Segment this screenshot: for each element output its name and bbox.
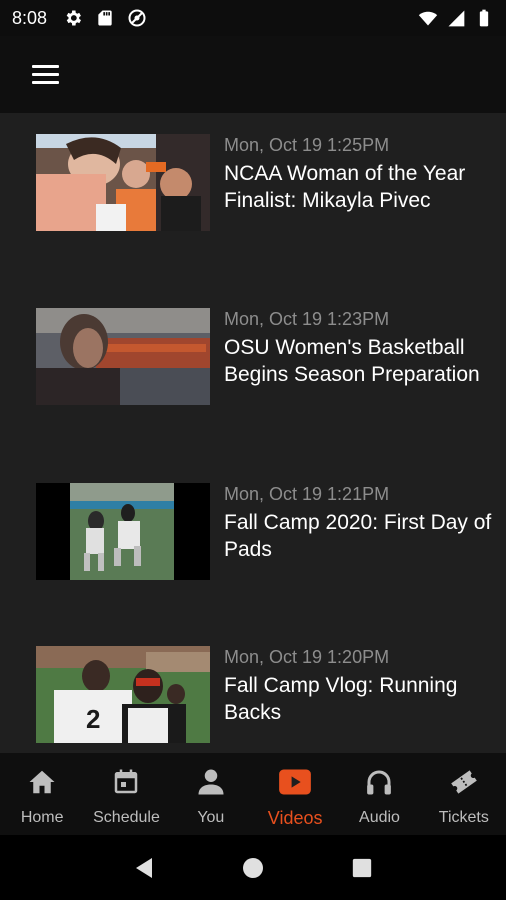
video-meta: Mon, Oct 19 1:23PM OSU Women's Basketbal… [224,308,494,388]
video-date: Mon, Oct 19 1:20PM [224,647,390,667]
nav-item-schedule[interactable]: Schedule [84,753,168,835]
hamburger-menu-icon[interactable] [20,54,72,94]
nav-label-videos: Videos [267,808,323,828]
ticket-icon [447,765,481,799]
calendar-icon [109,765,143,799]
sd-card-icon [98,10,112,26]
back-icon[interactable] [124,848,164,888]
video-meta: Mon, Oct 19 1:21PM Fall Camp 2020: First… [224,483,494,563]
bottom-nav: Home Schedule You Videos Audio Tickets [0,753,506,835]
wifi-icon [418,11,438,26]
video-title: OSU Women's Basketball Begins Season Pre… [224,336,480,386]
video-date: Mon, Oct 19 1:23PM [224,309,390,329]
video-thumbnail [36,308,210,405]
video-thumbnail [36,483,210,580]
home-circle-icon[interactable] [233,848,273,888]
play-video-icon [278,765,312,799]
nav-item-you[interactable]: You [169,753,253,835]
video-list[interactable]: Mon, Oct 19 1:25PM NCAA Woman of the Yea… [0,113,506,753]
nav-label-tickets: Tickets [438,809,489,826]
svg-text:2: 2 [86,704,100,734]
video-item[interactable]: 2 Mon, Oct 19 1:20PM Fall Camp Vlog: Run… [0,625,506,753]
nav-label-schedule: Schedule [93,809,160,826]
video-thumbnail [36,134,210,231]
settings-gear-icon [66,10,82,26]
video-title: NCAA Woman of the Year Finalist: Mikayla… [224,162,466,212]
nav-label-audio: Audio [359,809,400,826]
video-date: Mon, Oct 19 1:25PM [224,135,390,155]
person-icon [194,765,228,799]
nav-item-tickets[interactable]: Tickets [422,753,506,835]
video-item[interactable]: Mon, Oct 19 1:23PM OSU Women's Basketbal… [0,287,506,447]
video-meta: Mon, Oct 19 1:20PM Fall Camp Vlog: Runni… [224,646,494,726]
video-item[interactable]: Mon, Oct 19 1:21PM Fall Camp 2020: First… [0,462,506,622]
nav-item-home[interactable]: Home [0,753,84,835]
status-icons-right [418,8,494,28]
home-icon [25,765,59,799]
video-title: Fall Camp Vlog: Running Backs [224,674,458,724]
recents-icon[interactable] [342,848,382,888]
battery-icon [479,9,489,27]
video-date: Mon, Oct 19 1:21PM [224,484,390,504]
video-title: Fall Camp 2020: First Day of Pads [224,511,492,561]
video-thumbnail: 2 [36,646,210,743]
status-bar: 8:08 [0,0,506,36]
do-not-disturb-icon [128,9,146,27]
video-item[interactable]: Mon, Oct 19 1:25PM NCAA Woman of the Yea… [0,113,506,273]
nav-item-audio[interactable]: Audio [337,753,421,835]
video-meta: Mon, Oct 19 1:25PM NCAA Woman of the Yea… [224,134,494,214]
system-nav-bar [0,835,506,900]
nav-item-videos[interactable]: Videos [253,753,337,835]
nav-label-you: You [197,809,225,826]
status-icons-left [63,8,147,28]
status-time: 8:08 [12,7,48,28]
headphones-icon [362,765,396,799]
app-bar [0,36,506,113]
signal-icon [448,10,465,27]
nav-label-home: Home [20,809,64,826]
